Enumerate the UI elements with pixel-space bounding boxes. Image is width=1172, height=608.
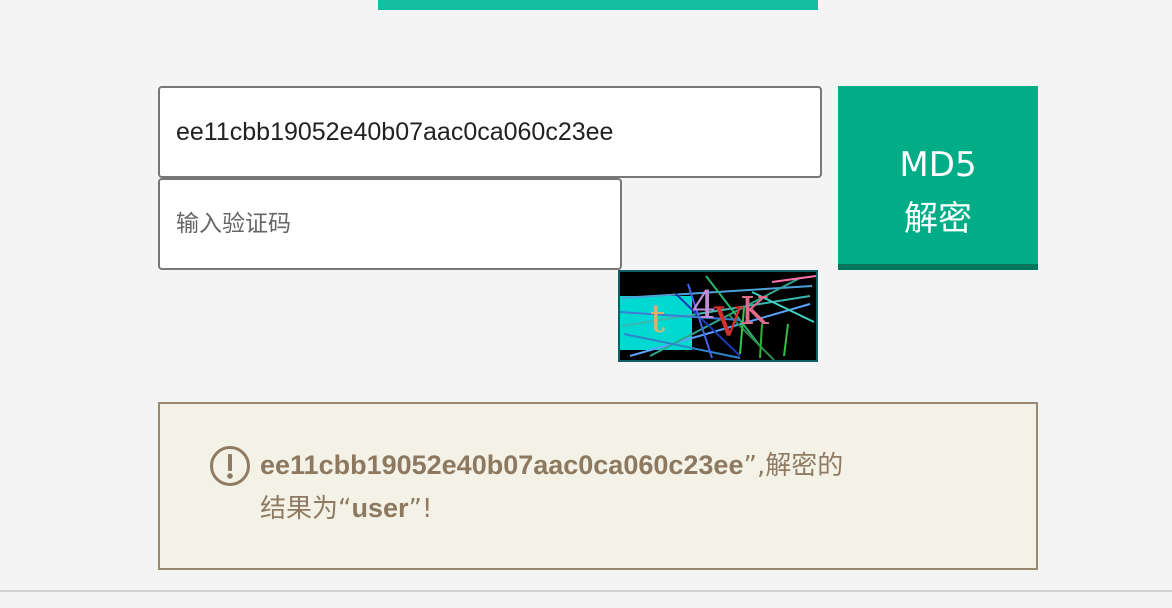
result-line2-prefix: 结果为“: [260, 494, 352, 524]
result-after-hash: ”,解密的: [743, 451, 844, 481]
hash-input[interactable]: [158, 86, 822, 178]
result-line2-suffix: ”!: [408, 494, 433, 524]
captcha-input[interactable]: [158, 178, 622, 270]
md5-decrypt-button[interactable]: MD5 解密: [838, 86, 1038, 270]
captcha-char-1: t: [650, 297, 665, 341]
captcha-char-2: 4: [692, 283, 716, 327]
decrypt-button-line2: 解密: [904, 198, 972, 239]
top-accent-bar: [378, 0, 818, 10]
alert-circle-icon: [210, 446, 250, 486]
result-hash: ee11cbb19052e40b07aac0ca060c23ee: [260, 450, 744, 480]
captcha-char-4: K: [740, 289, 769, 333]
result-message: ee11cbb19052e40b07aac0ca060c23ee”,解密的 结果…: [260, 444, 960, 530]
bottom-divider: [0, 590, 1172, 592]
result-plaintext: user: [351, 493, 409, 523]
decrypt-button-line1: MD5: [899, 144, 977, 185]
captcha-image[interactable]: t 4 V K: [618, 270, 818, 362]
decrypt-result-box: ee11cbb19052e40b07aac0ca060c23ee”,解密的 结果…: [158, 402, 1038, 570]
